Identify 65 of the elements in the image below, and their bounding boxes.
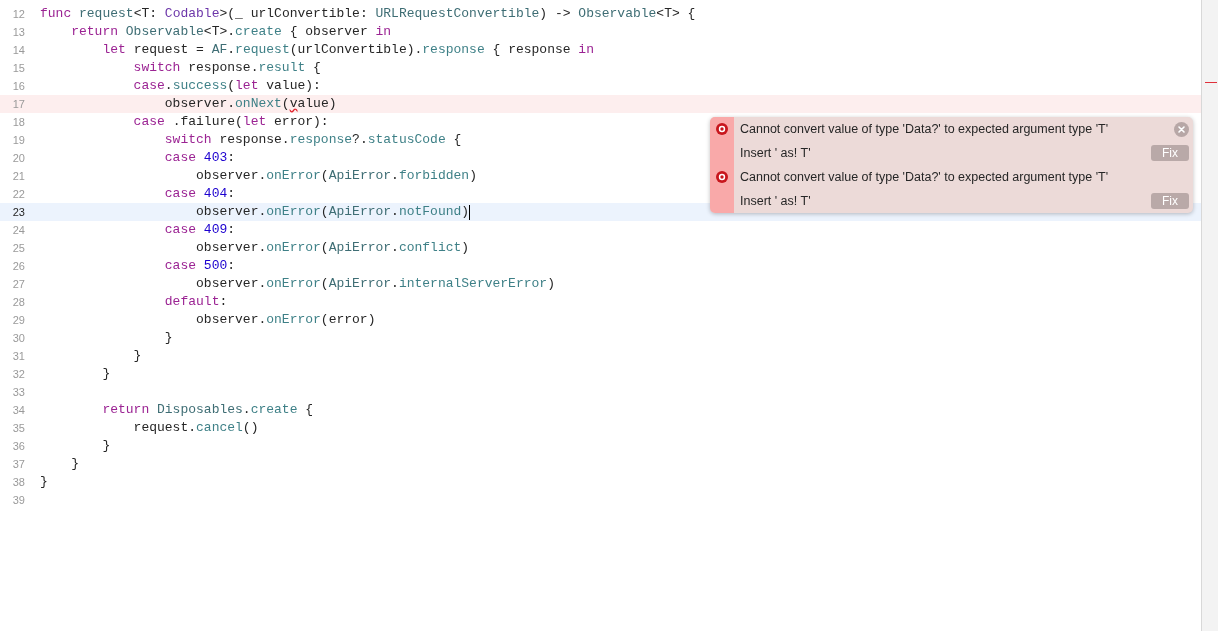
code-line: return Disposables.create { — [101, 401, 314, 419]
line-number: 24 — [11, 222, 25, 238]
line-number: 18 — [11, 114, 25, 130]
line-number: 31 — [11, 348, 25, 364]
line-number: 37 — [11, 456, 25, 472]
line-number: 33 — [11, 384, 25, 400]
code-line: func request<T: Codable>(_ urlConvertible: URLRequestConvertible) -> Observable<T> { — [40, 5, 696, 23]
line-number: 23 — [11, 204, 25, 220]
line-number: 36 — [11, 438, 25, 454]
scroll-track[interactable] — [1201, 0, 1218, 631]
error-marker — [1205, 82, 1217, 83]
line-number: 34 — [11, 402, 25, 418]
error-icon — [716, 171, 728, 183]
code-line: observer.onError(error) — [195, 311, 376, 329]
code-line: let request = AF.request(urlConvertible).response { response in — [101, 41, 594, 59]
code-line: switch response.result { — [132, 59, 321, 77]
line-number: 15 — [11, 60, 25, 76]
line-number: 29 — [11, 312, 25, 328]
line-number: 16 — [11, 78, 25, 94]
code-line: switch response.response?.statusCode { — [163, 131, 462, 149]
error-message: Cannot convert value of type 'Data?' to expected argument type 'T' — [740, 168, 1110, 186]
code-line: case 404: — [163, 185, 236, 203]
line-number: 28 — [11, 294, 25, 310]
line-number: 21 — [11, 168, 25, 184]
line-number: 30 — [11, 330, 25, 346]
error-icon — [716, 123, 728, 135]
code-line: case 500: — [163, 257, 236, 275]
line-number: 27 — [11, 276, 25, 292]
code-line: case.success(let value): — [132, 77, 321, 95]
line-number: 13 — [11, 24, 25, 40]
line-number: 20 — [11, 150, 25, 166]
code-line: } — [132, 347, 142, 365]
line-number: 17 — [11, 96, 25, 112]
code-line: } — [101, 437, 111, 455]
line-number: 32 — [11, 366, 25, 382]
code-line: observer.onError(ApiError.internalServerError) — [195, 275, 555, 293]
fix-button[interactable]: Fix — [1151, 145, 1189, 161]
line-number: 22 — [11, 186, 25, 202]
code-line: observer.onError(ApiError.notFound) — [195, 203, 470, 221]
code-line: case 409: — [163, 221, 236, 239]
line-number: 35 — [11, 420, 25, 436]
line-number: 12 — [11, 6, 25, 22]
line-number: 26 — [11, 258, 25, 274]
code-line: default: — [163, 293, 228, 311]
code-line: } — [70, 455, 79, 473]
line-number: 25 — [11, 240, 25, 256]
fix-description: Insert ' as! T' — [740, 192, 812, 210]
code-line: observer.onError(ApiError.forbidden) — [195, 167, 477, 185]
line-number: 19 — [11, 132, 25, 148]
error-message: Cannot convert value of type 'Data?' to expected argument type 'T' — [740, 120, 1110, 138]
code-line: observer.onError(ApiError.conflict) — [195, 239, 470, 257]
line-number: 39 — [11, 492, 25, 508]
fix-button[interactable]: Fix — [1151, 193, 1189, 209]
code-line: request.cancel() — [132, 419, 259, 437]
line-number: 38 — [11, 474, 25, 490]
close-icon[interactable] — [1174, 121, 1189, 137]
code-line: observer.onNext(value) — [163, 95, 337, 113]
code-line: case 403: — [163, 149, 236, 167]
code-line: } — [163, 329, 173, 347]
line-number: 14 — [11, 42, 25, 58]
code-line: return Observable<T>.create { observer in — [70, 23, 392, 41]
code-line: case .failure(let error): — [132, 113, 329, 131]
fix-description: Insert ' as! T' — [740, 144, 812, 162]
code-line: } — [101, 365, 111, 383]
code-line: } — [40, 473, 48, 491]
